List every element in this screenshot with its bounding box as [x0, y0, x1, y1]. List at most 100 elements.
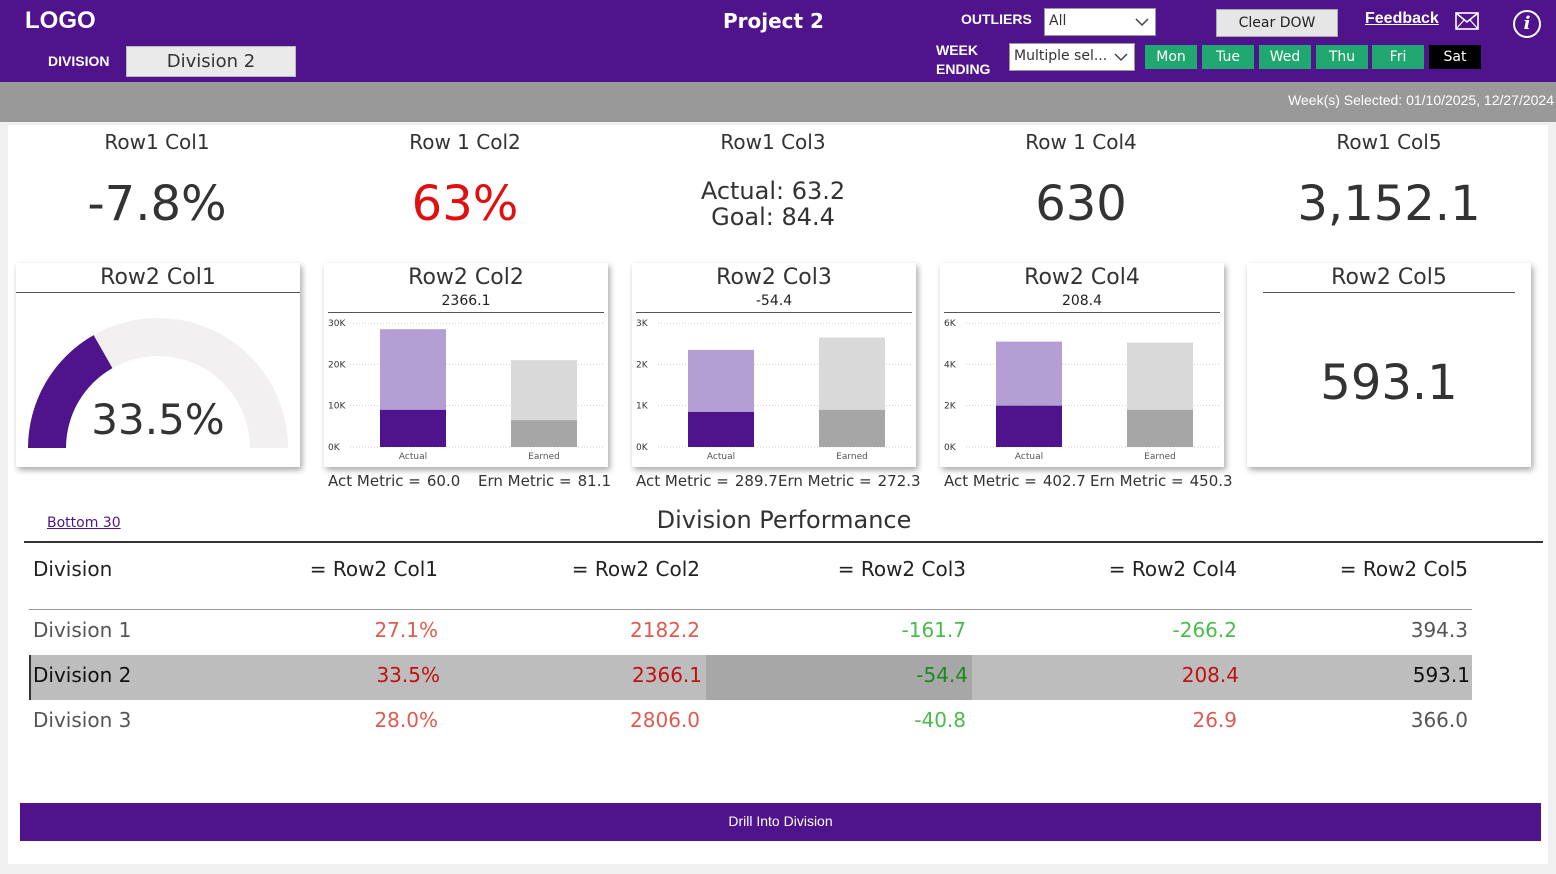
day-button-mon[interactable]: Mon	[1145, 45, 1197, 69]
feedback-link[interactable]: Feedback	[1365, 10, 1439, 28]
table-cell: -161.7	[901, 618, 966, 642]
kpi2-title: Row 1 Col2	[409, 130, 521, 154]
value-card-5: Row2 Col5 593.1	[1247, 263, 1531, 467]
day-button-fri[interactable]: Fri	[1372, 45, 1424, 69]
bar-chart-1: 0K 10K 20K 30K Actual Earned	[328, 319, 604, 462]
column-header[interactable]: = Row2 Col2	[572, 557, 700, 581]
table-cell: 2366.1	[632, 663, 702, 687]
x-category-label: Earned	[1144, 452, 1176, 462]
x-category-label: Earned	[836, 452, 868, 462]
kpi3-goal: Goal: 84.4	[711, 203, 835, 231]
metric-value: 81.1	[577, 472, 612, 490]
kpi1-value: -7.8%	[87, 176, 227, 232]
table-body: Division 1 27.1% 2182.2 -161.7 -266.2 394.3 Di…	[29, 610, 1472, 745]
table-cell: 33.5%	[376, 663, 440, 687]
kpi3-actual: Actual: 63.2	[700, 177, 846, 205]
column-header[interactable]: = Row2 Col3	[838, 557, 966, 581]
x-category-label: Earned	[528, 452, 560, 462]
y-tick-label: 4K	[944, 360, 957, 370]
x-category-label: Actual	[399, 452, 427, 462]
kpi1-title: Row1 Col1	[104, 130, 210, 154]
table-cell: 28.0%	[374, 708, 438, 732]
chart-card-3: Row2 Col4 208.4 0K 2K 4K 6K Actual Earned	[940, 263, 1224, 467]
week-label-line1: WEEK	[936, 42, 978, 58]
kpi3-title: Row1 Col3	[720, 130, 826, 154]
metric-label: Act Metric =	[944, 472, 1037, 490]
table-cell: -266.2	[1172, 618, 1237, 642]
kpi2-value: 63%	[411, 176, 519, 232]
bottom-30-link[interactable]: Bottom 30	[47, 515, 121, 531]
bar-base[interactable]	[688, 411, 754, 447]
column-header[interactable]: Division	[33, 557, 112, 581]
week-ending-value: Multiple sel...	[1014, 48, 1108, 64]
week-ending-label: WEEK ENDING	[936, 41, 990, 79]
logo: LOGO	[25, 7, 96, 34]
table-row[interactable]: Division 1 27.1% 2182.2 -161.7 -266.2 394.3	[29, 610, 1472, 655]
x-category-label: Actual	[707, 452, 735, 462]
metric-value: 402.7	[1042, 472, 1086, 490]
drill-into-division-button[interactable]: Drill Into Division	[20, 803, 1541, 841]
day-button-tue[interactable]: Tue	[1202, 45, 1254, 69]
table-cell: 208.4	[1181, 663, 1239, 687]
bar-total[interactable]	[688, 349, 754, 412]
bar-base[interactable]	[819, 409, 885, 447]
table-cell: -40.8	[914, 708, 966, 732]
y-tick-label: 20K	[328, 360, 346, 370]
y-tick-label: 30K	[328, 319, 346, 329]
chevron-down-icon	[1135, 18, 1149, 27]
y-tick-label: 10K	[328, 402, 346, 412]
kpi4-value: 630	[1035, 176, 1127, 232]
y-tick-label: 0K	[636, 443, 649, 453]
outliers-value: All	[1049, 13, 1067, 29]
division-select[interactable]: Division 2	[126, 46, 296, 77]
selection-strip: Week(s) Selected: 01/10/2025, 12/27/2024	[0, 82, 1556, 122]
chart1-ern-metric: Ern Metric = 81.1	[478, 472, 611, 490]
y-tick-label: 1K	[636, 402, 649, 412]
table-row[interactable]: Division 2 33.5% 2366.1 -54.4 208.4 593.1	[29, 655, 1472, 700]
bar-base[interactable]	[380, 409, 446, 447]
metric-value: 450.3	[1189, 472, 1233, 490]
division-performance-table: Division = Row2 Col1 = Row2 Col2 = Row2 Col…	[29, 548, 1472, 745]
info-icon[interactable]: i	[1513, 10, 1541, 38]
bar-base[interactable]	[511, 420, 577, 447]
bar-total[interactable]	[380, 329, 446, 410]
metric-label: Act Metric =	[636, 472, 729, 490]
week-ending-dropdown[interactable]: Multiple sel...	[1009, 43, 1135, 71]
metric-label: Ern Metric =	[478, 472, 572, 490]
division-name: Division 1	[33, 618, 132, 642]
chart2-act-metric: Act Metric = 289.7	[636, 472, 778, 490]
bar-base[interactable]	[1127, 409, 1193, 447]
table-cell: -54.4	[916, 663, 968, 687]
divider	[1263, 292, 1515, 293]
table-row[interactable]: Division 3 28.0% 2806.0 -40.8 26.9 366.0	[29, 700, 1472, 745]
bar-total[interactable]	[511, 360, 577, 421]
bar-total[interactable]	[996, 341, 1062, 406]
table-cell: 593.1	[1412, 663, 1470, 687]
bar-total[interactable]	[1127, 342, 1193, 410]
table-cell: 26.9	[1192, 708, 1237, 732]
division-performance-title: Division Performance	[656, 506, 912, 534]
column-header[interactable]: = Row2 Col4	[1109, 557, 1237, 581]
kpi5-value: 3,152.1	[1297, 176, 1481, 232]
metric-value: 289.7	[734, 472, 778, 490]
day-button-wed[interactable]: Wed	[1259, 45, 1311, 69]
clear-dow-button[interactable]: Clear DOW	[1216, 9, 1338, 37]
divider	[24, 541, 1543, 543]
day-button-sat[interactable]: Sat	[1429, 45, 1481, 69]
column-header[interactable]: = Row2 Col1	[310, 557, 438, 581]
outliers-dropdown[interactable]: All	[1044, 8, 1156, 36]
chart-card-1: Row2 Col2 2366.1 0K 10K 20K 30K Actual Earned	[324, 263, 608, 467]
chevron-down-icon	[1114, 53, 1128, 62]
bar-total[interactable]	[819, 337, 885, 410]
bar-base[interactable]	[996, 405, 1062, 447]
bar-chart-3: 0K 2K 4K 6K Actual Earned	[944, 319, 1220, 462]
table-cell: 2182.2	[630, 618, 700, 642]
chart-card-2: Row2 Col3 -54.4 0K 1K 2K 3K Actual Earned	[632, 263, 916, 467]
day-button-thu[interactable]: Thu	[1316, 45, 1368, 69]
bar-chart-2: 0K 1K 2K 3K Actual Earned	[636, 319, 912, 462]
kpi3-values: Actual: 63.2 Goal: 84.4	[633, 178, 913, 230]
mail-icon[interactable]	[1455, 12, 1479, 30]
kpi4-title: Row 1 Col4	[1025, 130, 1137, 154]
outliers-label: OUTLIERS	[961, 11, 1032, 27]
column-header[interactable]: = Row2 Col5	[1340, 557, 1468, 581]
